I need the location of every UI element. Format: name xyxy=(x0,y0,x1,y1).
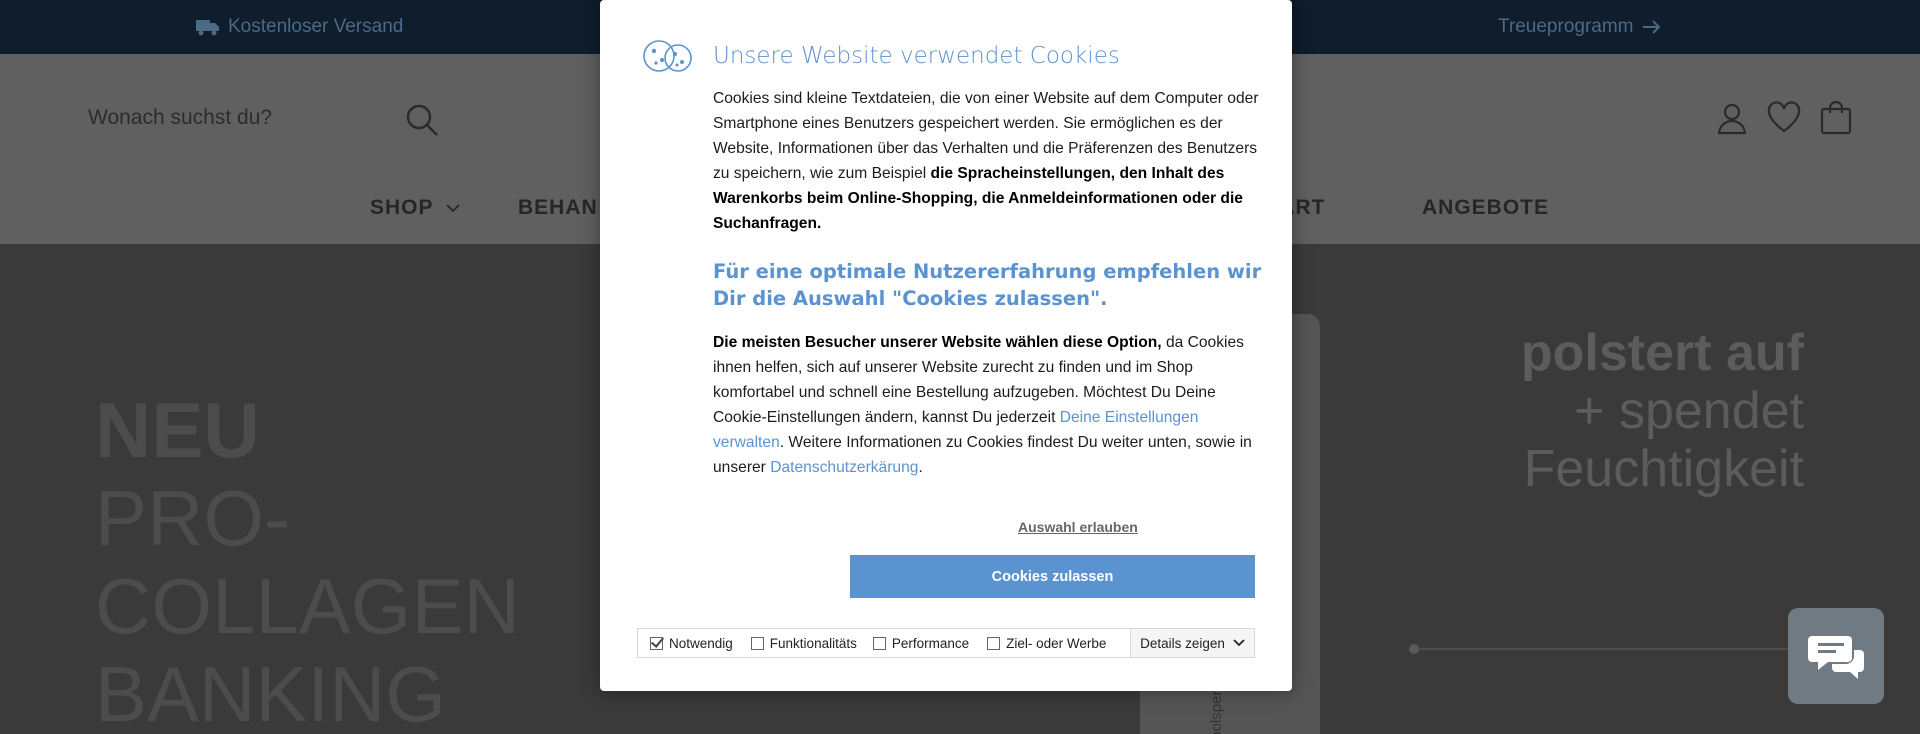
nav-behandlungen[interactable]: BEHAN xyxy=(518,196,598,220)
category-necessary[interactable]: Notwendig xyxy=(650,636,733,651)
cookie-category-bar: Notwendig Funktionalitäts Performance Zi… xyxy=(637,628,1255,658)
chevron-down-icon xyxy=(445,204,460,213)
modal-intro: Cookies sind kleine Textdateien, die von… xyxy=(713,86,1261,236)
loyalty-program-label: Treueprogramm xyxy=(1498,16,1634,37)
most-visitors-bold: Die meisten Besucher unserer Website wäh… xyxy=(713,334,1162,351)
allow-selection-link[interactable]: Auswahl erlauben xyxy=(1018,519,1138,535)
modal-details-text: Die meisten Besucher unserer Website wäh… xyxy=(713,330,1261,480)
hero-new-label: NEU xyxy=(95,386,260,474)
nav-angebote[interactable]: ANGEBOTE xyxy=(1422,196,1549,220)
chat-bubbles-icon xyxy=(1808,636,1864,679)
functional-checkbox[interactable] xyxy=(750,636,764,650)
modal-title: Unsere Website verwendet Cookies xyxy=(713,43,1120,69)
end-text: . xyxy=(918,459,923,476)
search-input[interactable]: Wonach suchst du? xyxy=(88,106,272,130)
necessary-checkbox[interactable] xyxy=(650,636,663,650)
cart-icon[interactable] xyxy=(1818,100,1854,136)
category-label: Funktionalitäts xyxy=(769,635,857,651)
allow-all-cookies-button[interactable]: Cookies zulassen xyxy=(850,555,1255,598)
hero-line-3: BANKING xyxy=(95,650,447,734)
hero-tagline-bold: polstert auf xyxy=(1520,324,1804,382)
privacy-policy-link[interactable]: Datenschutzerkärung xyxy=(770,459,918,476)
hero-line-1: PRO- xyxy=(95,474,290,562)
show-details-button[interactable]: Details zeigen xyxy=(1130,629,1254,657)
category-label: Notwendig xyxy=(669,635,733,651)
cookie-icon xyxy=(643,40,692,72)
hero-headline: NEU PRO- COLLAGEN BANKING xyxy=(95,386,520,734)
cookie-consent-dialog: Unsere Website verwendet Cookies Cookies… xyxy=(600,0,1292,691)
truck-icon xyxy=(196,20,219,36)
product-label: polspen xyxy=(1207,687,1225,734)
marketing-checkbox[interactable] xyxy=(987,636,1001,650)
search-icon[interactable] xyxy=(402,100,442,140)
category-performance[interactable]: Performance xyxy=(872,635,970,651)
header-actions xyxy=(1714,100,1854,136)
wishlist-heart-icon[interactable] xyxy=(1766,100,1802,136)
arrow-right-icon xyxy=(1642,20,1660,34)
chevron-down-icon xyxy=(1233,639,1245,647)
category-label: Performance xyxy=(891,635,970,651)
loyalty-program-link[interactable]: Treueprogramm xyxy=(1498,16,1662,38)
nav-shop[interactable]: SHOP xyxy=(370,196,460,220)
decorative-line xyxy=(1414,648,1794,650)
hero-tagline-line-1: + spendet xyxy=(1574,382,1804,440)
show-details-label: Details zeigen xyxy=(1140,635,1225,651)
nav-shop-label: SHOP xyxy=(370,196,434,219)
chat-widget-button[interactable] xyxy=(1788,608,1884,704)
hero-tagline: polstert auf + spendet Feuchtigkeit xyxy=(1521,324,1804,498)
decorative-dot xyxy=(1409,644,1419,654)
category-functional[interactable]: Funktionalitäts xyxy=(750,635,857,651)
account-icon[interactable] xyxy=(1714,100,1750,136)
hero-tagline-line-2: Feuchtigkeit xyxy=(1523,440,1804,498)
performance-checkbox[interactable] xyxy=(872,636,886,650)
recommendation-text: Für eine optimale Nutzererfahrung empfeh… xyxy=(713,260,1262,310)
free-shipping-promo[interactable]: Kostenloser Versand xyxy=(196,16,403,38)
free-shipping-label: Kostenloser Versand xyxy=(228,16,404,37)
category-marketing[interactable]: Ziel- oder Werbe xyxy=(987,636,1106,651)
hero-line-2: COLLAGEN xyxy=(95,562,520,650)
category-label: Ziel- oder Werbe xyxy=(1006,635,1107,651)
